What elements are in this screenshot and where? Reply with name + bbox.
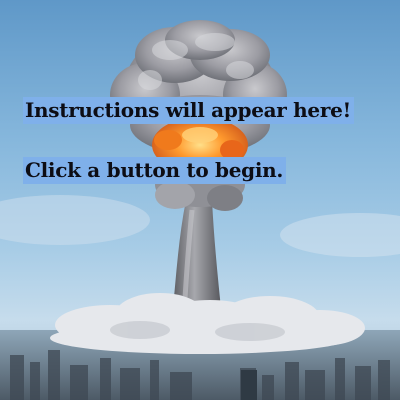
- instruction-line-1: Instructions will appear here!: [23, 97, 354, 124]
- instruction-line-2: Click a button to begin.: [23, 157, 287, 184]
- game-screen: Instructions will appear here! Click a b…: [0, 0, 400, 400]
- mushroom-cloud-image: [0, 20, 400, 400]
